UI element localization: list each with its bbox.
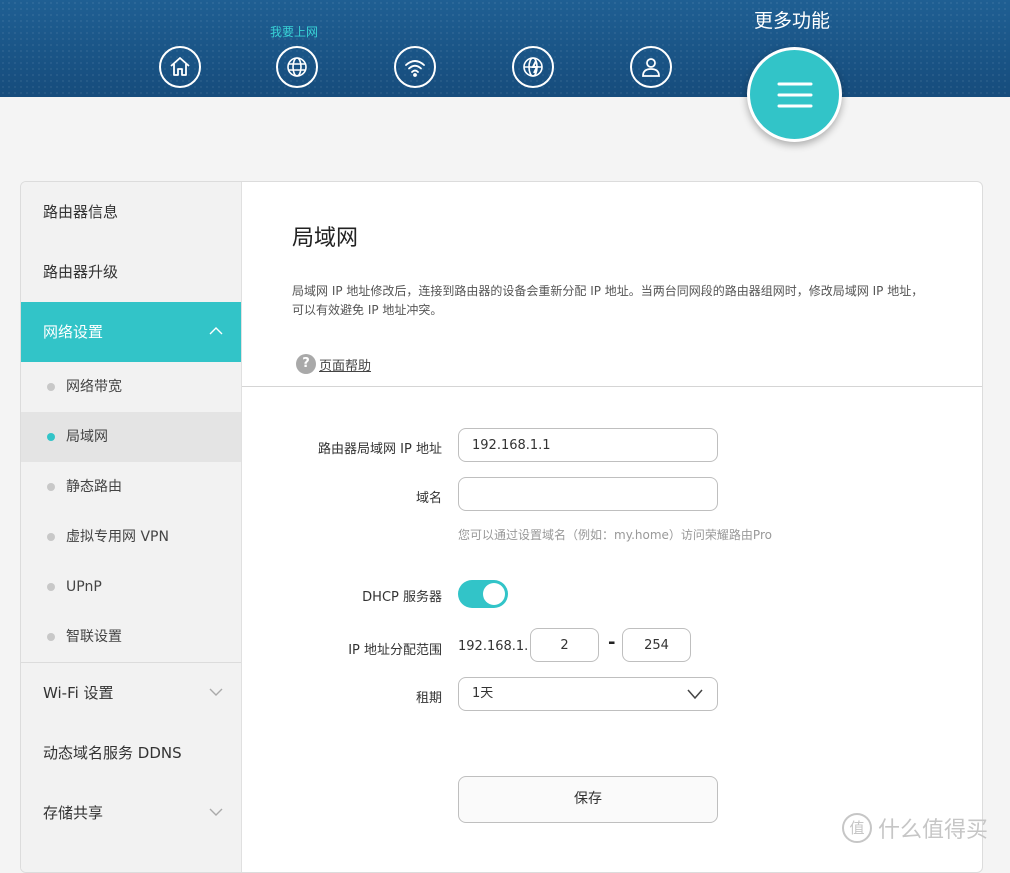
- sidebar-subitem-label: 虚拟专用网 VPN: [66, 529, 169, 545]
- lease-selected-value: 1天: [472, 686, 494, 701]
- ip-range-label: IP 地址分配范围: [348, 643, 442, 658]
- sidebar-item-label: 网络设置: [43, 323, 104, 341]
- user-icon: [642, 58, 660, 77]
- sidebar-subitem-lan[interactable]: 局域网: [21, 412, 241, 462]
- sidebar-item-label: 动态域名服务 DDNS: [43, 744, 182, 762]
- nav-speed[interactable]: [512, 46, 554, 88]
- sidebar-item-wifi-settings[interactable]: Wi-Fi 设置: [21, 663, 241, 723]
- chevron-down-icon: [687, 689, 703, 700]
- sidebar-item-router-upgrade[interactable]: 路由器升级: [21, 242, 241, 302]
- top-banner: 我要上网 更多功能: [0, 0, 1010, 97]
- sidebar-item-ddns[interactable]: 动态域名服务 DDNS: [21, 723, 241, 783]
- bullet-dot: [47, 433, 55, 441]
- toggle-knob: [483, 583, 505, 605]
- sidebar-item-label: Wi-Fi 设置: [43, 684, 114, 702]
- ip-address-input[interactable]: [458, 428, 718, 462]
- chevron-up-icon: [209, 327, 223, 335]
- nav-user[interactable]: [630, 46, 672, 88]
- divider: [242, 386, 982, 387]
- globe-icon: [287, 57, 307, 77]
- globe-bolt-icon: [523, 57, 543, 77]
- sidebar-item-router-info[interactable]: 路由器信息: [21, 182, 241, 242]
- lease-select[interactable]: 1天: [458, 677, 718, 711]
- sidebar-item-label: 路由器升级: [43, 263, 119, 281]
- settings-panel: 路由器信息 路由器升级 网络设置 网络带宽 局域网 静态路由 虚拟专用网 VPN: [20, 181, 983, 873]
- ip-range-prefix: 192.168.1.: [458, 639, 529, 654]
- ip-address-label: 路由器局域网 IP 地址: [318, 442, 442, 457]
- page-help-link[interactable]: ? 页面帮助: [296, 354, 371, 374]
- more-features-title: 更多功能: [754, 10, 831, 32]
- lease-label: 租期: [415, 691, 442, 706]
- sidebar-subitem-label: UPnP: [66, 579, 102, 595]
- nav-label-internet: 我要上网: [270, 25, 319, 39]
- chevron-down-icon: [209, 808, 223, 816]
- sidebar-subitem-label: 网络带宽: [66, 379, 122, 395]
- content-area: 局域网 局域网 IP 地址修改后，连接到路由器的设备会重新分配 IP 地址。当两…: [242, 182, 982, 872]
- sidebar-subitem-vpn[interactable]: 虚拟专用网 VPN: [21, 512, 241, 562]
- more-features-button[interactable]: [747, 47, 842, 142]
- watermark: 值 什么值得买: [842, 812, 988, 844]
- nav-home[interactable]: [159, 46, 201, 88]
- sidebar-subitem-static-route[interactable]: 静态路由: [21, 462, 241, 512]
- help-link-label: 页面帮助: [319, 358, 372, 374]
- nav-internet[interactable]: [276, 46, 318, 88]
- domain-label: 域名: [415, 491, 442, 506]
- sidebar-subitem-bandwidth[interactable]: 网络带宽: [21, 362, 241, 412]
- watermark-text: 什么值得买: [878, 818, 989, 843]
- sidebar-item-label: 路由器信息: [43, 203, 119, 221]
- dhcp-label: DHCP 服务器: [362, 590, 442, 605]
- chevron-down-icon: [209, 688, 223, 696]
- ip-range-end-input[interactable]: [622, 628, 691, 662]
- help-icon: ?: [296, 354, 316, 374]
- bullet-dot: [47, 633, 55, 641]
- bullet-dot: [47, 383, 55, 391]
- ip-range-dash: -: [608, 632, 616, 653]
- sidebar: 路由器信息 路由器升级 网络设置 网络带宽 局域网 静态路由 虚拟专用网 VPN: [21, 182, 242, 872]
- bullet-dot: [47, 583, 55, 591]
- menu-icon: [777, 82, 812, 107]
- domain-input[interactable]: [458, 477, 718, 511]
- nav-wifi[interactable]: [394, 46, 436, 88]
- sidebar-subitem-smart-link[interactable]: 智联设置: [21, 612, 241, 662]
- wifi-icon: [405, 60, 425, 77]
- dhcp-toggle[interactable]: [458, 580, 508, 608]
- bullet-dot: [47, 533, 55, 541]
- home-icon: [170, 57, 190, 76]
- sidebar-subitem-upnp[interactable]: UPnP: [21, 562, 241, 612]
- sidebar-item-label: 存储共享: [43, 804, 104, 822]
- bullet-dot: [47, 483, 55, 491]
- domain-hint: 您可以通过设置域名（例如：my.home）访问荣耀路由Pro: [458, 528, 772, 542]
- sidebar-subitem-label: 智联设置: [66, 629, 122, 645]
- page-title: 局域网: [292, 226, 359, 251]
- sidebar-subitem-label: 局域网: [66, 429, 108, 445]
- sidebar-subitem-label: 静态路由: [66, 479, 122, 495]
- sidebar-item-storage-share[interactable]: 存储共享: [21, 783, 241, 843]
- watermark-logo-icon: 值: [842, 813, 872, 843]
- ip-range-start-input[interactable]: [530, 628, 599, 662]
- page-description: 局域网 IP 地址修改后，连接到路由器的设备会重新分配 IP 地址。当两台同网段…: [292, 284, 924, 317]
- save-button[interactable]: 保存: [458, 776, 718, 823]
- sidebar-item-network-settings[interactable]: 网络设置: [21, 302, 241, 362]
